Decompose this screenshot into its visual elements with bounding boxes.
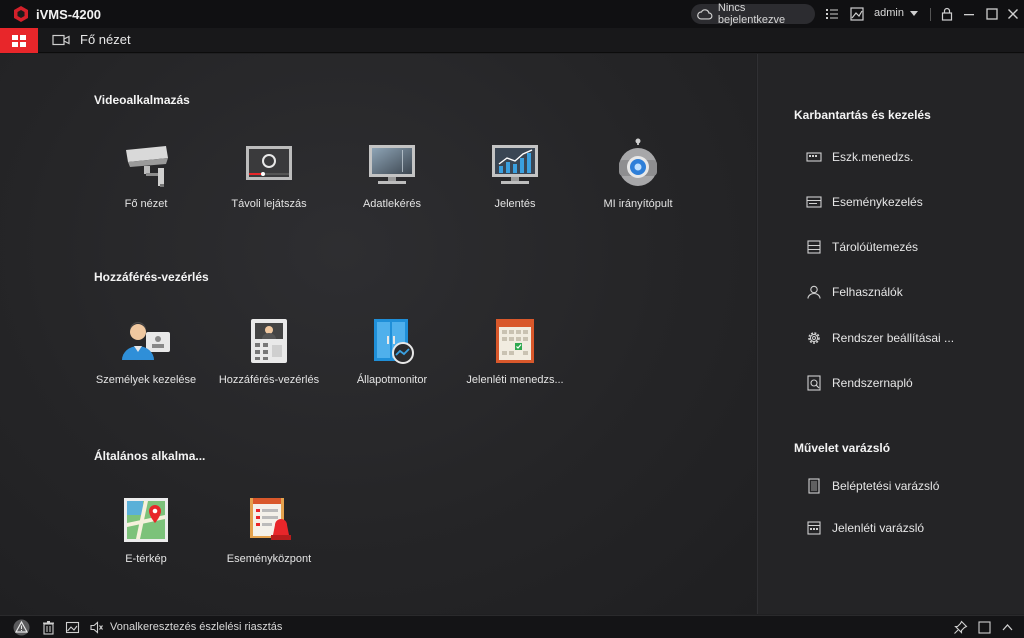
menu-system-settings[interactable]: Rendszer beállításai ... [806,330,954,346]
device-icon [806,152,822,162]
menu-storage-schedule[interactable]: Tárolóütemezés [806,240,918,254]
menu-door-wizard[interactable]: Beléptetési varázsló [806,478,939,494]
menu-label: Rendszernapló [832,376,913,390]
app-label: Személyek kezelése [95,374,197,386]
section-title-maintenance: Karbantartás és kezelés [794,108,931,122]
event-icon [806,196,822,208]
home-grid-button[interactable] [0,28,38,53]
app-label: Hozzáférés-vezérlés [218,374,320,386]
app-label: MI irányítópult [603,198,673,210]
app-label: Állapotmonitor [356,374,428,386]
report-chart-icon [492,145,538,184]
image-icon[interactable] [849,6,865,22]
menu-label: Rendszer beállításai ... [832,331,955,345]
list-icon[interactable] [824,6,840,22]
menu-device-management[interactable]: Eszk.menedzs. [806,150,913,164]
app-label: Jelentés [494,198,536,210]
section-title-video: Videoalkalmazás [94,93,190,107]
section-title-general: Általános alkalma... [94,449,206,463]
user-name[interactable]: admin [874,7,904,19]
alarm-message: Vonalkeresztezés észlelési riasztás [110,621,283,633]
lock-icon[interactable] [939,6,955,22]
app-title: iVMS-4200 [36,6,102,22]
menu-label: Felhasználók [832,285,903,299]
cloud-status-text: Nincs bejelentkezve [717,2,786,26]
status-bar: Vonalkeresztezés észlelési riasztás [0,615,1024,638]
app-person-management[interactable]: Személyek kezelése [86,318,206,386]
app-logo-icon [14,6,28,22]
gear-icon [808,332,820,344]
door-wizard-icon [808,478,820,494]
camera-icon [126,146,168,187]
minimize-icon[interactable] [961,6,977,22]
map-icon [124,498,168,542]
cloud-icon [697,9,713,20]
menu-label: Eszk.menedzs. [832,150,914,164]
tab-main-view[interactable]: Fő nézet [52,32,131,47]
app-label: E-térkép [125,553,167,565]
robot-icon [619,138,657,186]
user-dropdown-chevron-icon[interactable] [910,11,918,16]
mute-icon[interactable] [89,620,104,635]
tab-main-label: Fő nézet [80,32,131,47]
picture-icon[interactable] [65,620,80,635]
app-emap[interactable]: E-térkép [86,497,206,565]
calendar-icon [496,319,534,363]
menu-system-log[interactable]: Rendszernapló [806,375,913,391]
app-status-monitor[interactable]: Állapotmonitor [332,318,452,386]
expand-up-icon[interactable] [1000,620,1015,635]
title-bar: iVMS-4200 Nincs bejelentkezve admin [0,0,1024,28]
menu-label: Jelenléti varázsló [832,521,925,535]
menu-attendance-wizard[interactable]: Jelenléti varázsló [806,520,924,536]
window-icon[interactable] [977,620,992,635]
tab-bar: Fő nézet [0,28,1024,53]
alarm-warning-icon[interactable] [13,619,30,636]
app-label: Adatlekérés [362,198,422,210]
titlebar-divider [930,8,931,21]
app-remote-playback[interactable]: Távoli lejátszás [209,142,329,210]
menu-event-management[interactable]: Eseménykezelés [806,195,923,209]
menu-label: Beléptetési varázsló [832,479,940,493]
menu-label: Eseménykezelés [832,195,923,209]
grid-icon [12,34,26,47]
trash-icon[interactable] [41,620,56,635]
storage-icon [807,240,821,254]
app-main-view[interactable]: Fő nézet [86,142,206,210]
playback-icon [246,146,292,180]
app-label: Jelenléti menedzs... [466,374,564,386]
app-data-retrieval[interactable]: Adatlekérés [332,142,452,210]
event-center-icon [250,498,291,540]
main-area: Videoalkalmazás Fő nézet Távoli lejátszá… [0,54,756,614]
app-label: Eseményközpont [226,553,312,565]
door-monitor-icon [374,319,414,364]
close-icon[interactable] [1005,6,1021,22]
person-card-icon [122,322,170,360]
intercom-icon [251,319,287,363]
section-title-access: Hozzáférés-vezérlés [94,270,209,284]
right-panel: Karbantartás és kezelés Eszk.menedzs. Es… [757,54,1024,614]
app-report[interactable]: Jelentés [455,142,575,210]
monitor-icon [369,145,415,184]
log-icon [807,375,821,391]
app-event-center[interactable]: Eseményközpont [209,497,329,565]
section-title-wizard: Művelet varázsló [794,441,891,455]
app-access-control[interactable]: Hozzáférés-vezérlés [209,318,329,386]
app-ai-dashboard[interactable]: MI irányítópult [578,138,698,210]
attendance-wizard-icon [807,521,821,535]
menu-users[interactable]: Felhasználók [806,285,903,299]
app-attendance[interactable]: Jelenléti menedzs... [455,318,575,386]
pin-icon[interactable] [953,620,968,635]
app-label: Távoli lejátszás [231,198,307,210]
cloud-login-button[interactable]: Nincs bejelentkezve [691,2,815,26]
user-icon [807,285,821,299]
menu-label: Tárolóütemezés [832,240,919,254]
app-label: Fő nézet [124,198,168,210]
maximize-icon[interactable] [984,6,1000,22]
video-camera-icon [52,34,70,45]
